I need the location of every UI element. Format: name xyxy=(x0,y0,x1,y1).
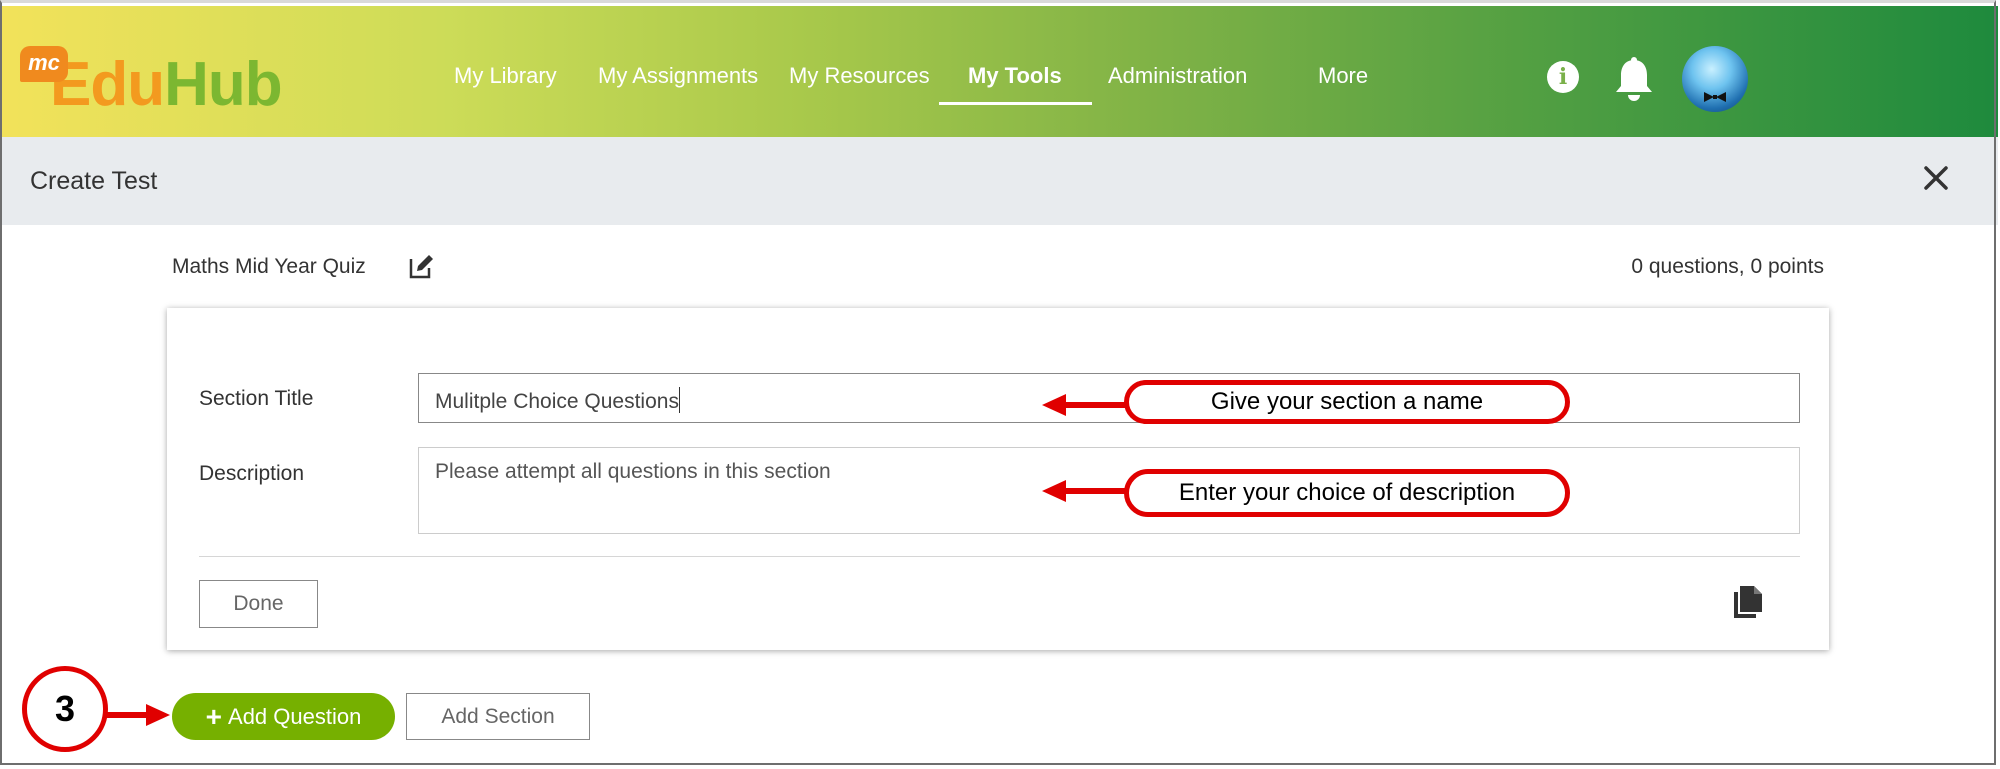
nav-my-assignments[interactable]: My Assignments xyxy=(598,56,758,96)
nav-my-library[interactable]: My Library xyxy=(454,56,557,96)
active-tab-indicator xyxy=(939,102,1092,105)
annotation-arrow-description xyxy=(1042,480,1130,502)
add-section-button[interactable]: Add Section xyxy=(406,693,590,740)
bell-icon[interactable] xyxy=(1612,56,1656,102)
avatar[interactable] xyxy=(1682,46,1748,112)
step-number-badge: 3 xyxy=(22,666,108,752)
logo-badge: mc xyxy=(20,46,68,82)
info-icon[interactable]: i xyxy=(1547,61,1579,93)
nav-my-tools[interactable]: My Tools xyxy=(968,56,1062,96)
page-title: Create Test xyxy=(30,167,158,195)
top-navigation-bar: EduHub mc My Library My Assignments My R… xyxy=(2,6,1998,137)
edit-icon[interactable] xyxy=(408,254,434,280)
eduhub-logo[interactable]: EduHub mc xyxy=(20,40,283,120)
logo-wordmark: EduHub xyxy=(50,50,283,119)
nav-my-resources[interactable]: My Resources xyxy=(789,56,930,96)
close-icon[interactable] xyxy=(1918,160,1954,196)
callout-description: Enter your choice of description xyxy=(1124,469,1570,517)
add-question-label: Add Question xyxy=(228,704,362,729)
description-label: Description xyxy=(199,462,305,485)
nav-administration[interactable]: Administration xyxy=(1108,56,1247,96)
question-point-counts: 0 questions, 0 points xyxy=(1631,255,1824,278)
logo-part-hub: Hub xyxy=(164,50,283,119)
text-caret xyxy=(678,387,680,413)
add-question-button[interactable]: + Add Question xyxy=(172,693,395,740)
section-card: Section Title Mulitple Choice Questions … xyxy=(167,308,1829,650)
annotation-arrow-title xyxy=(1042,394,1130,416)
plus-icon: + xyxy=(205,701,223,732)
section-title-value: Mulitple Choice Questions xyxy=(435,390,679,413)
copy-icon[interactable] xyxy=(1730,584,1766,620)
page-header: Create Test xyxy=(2,137,1998,225)
callout-section-name: Give your section a name xyxy=(1124,380,1570,424)
section-title-label: Section Title xyxy=(199,387,314,410)
nav-more[interactable]: More xyxy=(1318,56,1368,96)
done-button[interactable]: Done xyxy=(199,580,318,628)
test-name: Maths Mid Year Quiz xyxy=(172,255,366,278)
annotation-arrow-step xyxy=(104,704,170,726)
card-divider xyxy=(199,556,1800,557)
